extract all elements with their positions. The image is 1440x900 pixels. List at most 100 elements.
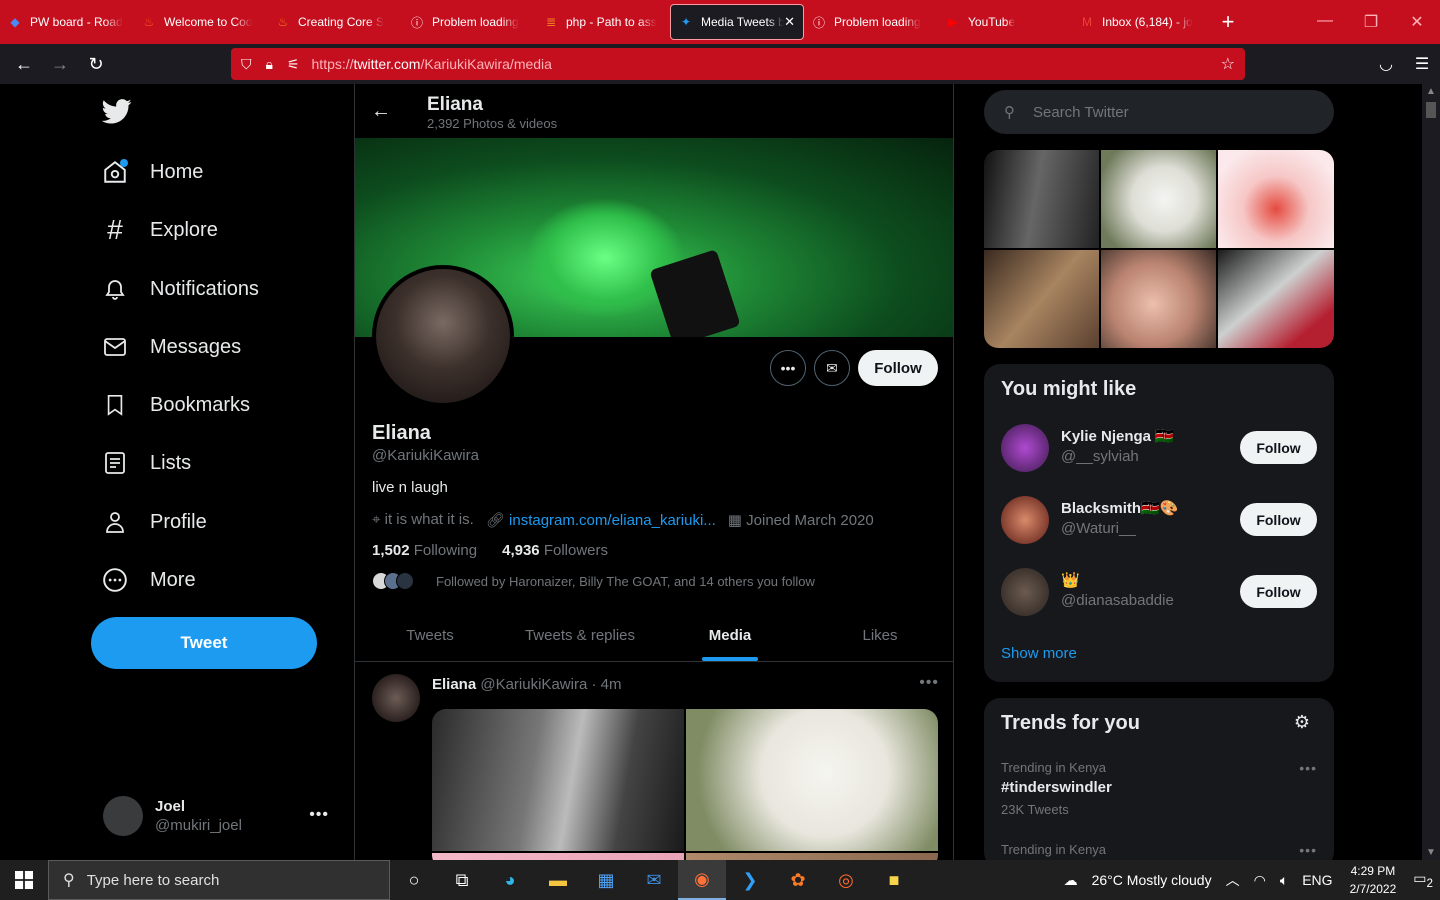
avatar[interactable] bbox=[1001, 424, 1049, 472]
follow-button[interactable]: Follow bbox=[1240, 575, 1317, 608]
nav-notifications[interactable]: Notifications bbox=[100, 264, 259, 314]
tweet-time[interactable]: · 4m bbox=[591, 676, 621, 693]
browser-tab[interactable]: M Inbox (6,184) - jo bbox=[1072, 4, 1206, 40]
avatar[interactable] bbox=[1001, 568, 1049, 616]
nav-more[interactable]: More bbox=[100, 555, 196, 605]
browser-tab[interactable]: ⓘ Problem loading bbox=[402, 4, 536, 40]
store-icon[interactable]: ▦ bbox=[582, 860, 630, 900]
close-tab-icon[interactable]: ✕ bbox=[784, 14, 795, 30]
browser-tab[interactable]: ≣ php - Path to ass bbox=[536, 4, 670, 40]
permissions-icon[interactable]: ⚟ bbox=[287, 56, 300, 73]
tweet-photo[interactable] bbox=[686, 709, 938, 851]
restore-icon[interactable]: ❐ bbox=[1348, 12, 1394, 32]
tweet-author-name[interactable]: Eliana bbox=[432, 676, 476, 693]
menu-icon[interactable]: ☰ bbox=[1404, 54, 1440, 74]
more-options-button[interactable]: ••• bbox=[770, 350, 806, 386]
suggestion-item[interactable]: Blacksmith🇰🇪🎨 @Waturi__ Follow bbox=[1001, 496, 1317, 546]
forward-arrow-icon[interactable]: → bbox=[42, 54, 78, 75]
tweet-photo[interactable] bbox=[432, 853, 684, 860]
taskbar-search-input[interactable]: ⚲ Type here to search bbox=[48, 860, 390, 900]
follow-button[interactable]: Follow bbox=[1240, 431, 1317, 464]
media-thumbnail[interactable] bbox=[1218, 150, 1334, 248]
nav-bookmarks[interactable]: Bookmarks bbox=[100, 380, 250, 430]
page-scrollbar[interactable]: ▲ ▼ bbox=[1422, 84, 1440, 860]
weather-text[interactable]: 26°C Mostly cloudy bbox=[1092, 872, 1212, 888]
close-window-icon[interactable]: ✕ bbox=[1394, 12, 1440, 32]
tweet-button[interactable]: Tweet bbox=[91, 617, 317, 669]
link-item[interactable]: 🔗︎ instagram.com/eliana_kariuki... bbox=[486, 511, 716, 529]
account-switcher[interactable]: Joel @mukiri_joel ••• bbox=[103, 796, 343, 836]
notification-center-icon[interactable]: ▭2 bbox=[1413, 870, 1433, 890]
browser-tab[interactable]: ♨ Creating Core S bbox=[268, 4, 402, 40]
back-arrow-icon[interactable]: ← bbox=[6, 54, 42, 75]
clock[interactable]: 4:29 PM 2/7/2022 bbox=[1350, 862, 1397, 898]
url-bar[interactable]: ⛉ 🔒︎ ⚟ https://twitter.com/KariukiKawira… bbox=[231, 48, 1245, 80]
suggestion-name[interactable]: Kylie Njenga 🇰🇪 bbox=[1061, 427, 1174, 445]
media-thumbnail[interactable] bbox=[1101, 150, 1216, 248]
message-button[interactable]: ✉ bbox=[814, 350, 850, 386]
cloud-icon[interactable]: ☁ bbox=[1064, 872, 1078, 889]
avatar[interactable] bbox=[1001, 496, 1049, 544]
shield-icon[interactable]: ⛉ bbox=[241, 56, 252, 73]
nav-messages[interactable]: Messages bbox=[100, 322, 241, 372]
nav-explore[interactable]: # Explore bbox=[100, 205, 218, 255]
followers-link[interactable]: 4,936 Followers bbox=[502, 542, 608, 559]
trend-item[interactable]: Trending in Kenya #tinderswindler 23K Tw… bbox=[1001, 760, 1317, 817]
tweet-photo[interactable] bbox=[432, 709, 684, 851]
wifi-icon[interactable]: ◠ bbox=[1254, 872, 1266, 889]
browser-tab-active[interactable]: ✦ Media Tweets b ✕ bbox=[670, 4, 804, 40]
following-link[interactable]: 1,502 Following bbox=[372, 542, 477, 559]
new-tab-button[interactable]: + bbox=[1206, 9, 1250, 35]
tab-likes[interactable]: Likes bbox=[805, 609, 953, 661]
tweet[interactable]: Eliana @KariukiKawira · 4m ••• bbox=[355, 662, 953, 860]
windows-start-button[interactable] bbox=[0, 860, 48, 900]
suggestion-item[interactable]: Kylie Njenga 🇰🇪 @__sylviah Follow bbox=[1001, 424, 1317, 474]
back-arrow-icon[interactable]: ← bbox=[371, 100, 391, 123]
browser-tab[interactable]: ⓘ Problem loading bbox=[804, 4, 938, 40]
scroll-down-icon[interactable]: ▼ bbox=[1426, 847, 1436, 858]
nav-profile[interactable]: Profile bbox=[100, 497, 207, 547]
language-indicator[interactable]: ENG bbox=[1302, 872, 1332, 888]
nav-lists[interactable]: Lists bbox=[100, 438, 191, 488]
profile-link[interactable]: instagram.com/eliana_kariuki... bbox=[509, 512, 716, 529]
media-thumbnail[interactable] bbox=[984, 250, 1099, 348]
tab-media[interactable]: Media bbox=[655, 609, 805, 661]
avatar[interactable] bbox=[372, 674, 420, 722]
mail-icon[interactable]: ✉ bbox=[630, 860, 678, 900]
profile-avatar[interactable] bbox=[372, 265, 514, 407]
tab-tweets-replies[interactable]: Tweets & replies bbox=[505, 609, 655, 661]
firefox-icon[interactable]: ◉ bbox=[678, 860, 726, 900]
sublime-icon[interactable]: ◎ bbox=[822, 860, 870, 900]
vscode-icon[interactable]: ❯ bbox=[726, 860, 774, 900]
tweet-photo[interactable] bbox=[686, 853, 938, 860]
edge-icon[interactable]: ◕ bbox=[486, 860, 534, 900]
chevron-up-icon[interactable]: ︿ bbox=[1226, 870, 1240, 890]
browser-tab[interactable]: ♨ Welcome to Cod bbox=[134, 4, 268, 40]
more-dots-icon[interactable]: ••• bbox=[1299, 842, 1317, 858]
browser-tab[interactable]: ◆ PW board - Road bbox=[0, 4, 134, 40]
minimize-icon[interactable]: — bbox=[1302, 12, 1348, 32]
pocket-icon[interactable]: ◡ bbox=[1368, 54, 1404, 74]
scrollbar-thumb[interactable] bbox=[1426, 102, 1436, 118]
tab-tweets[interactable]: Tweets bbox=[355, 609, 505, 661]
twitter-logo-icon[interactable] bbox=[102, 96, 132, 126]
media-thumbnail[interactable] bbox=[984, 150, 1099, 248]
suggestion-name[interactable]: 👑 bbox=[1061, 571, 1080, 589]
volume-icon[interactable]: 🔈︎ bbox=[1280, 872, 1288, 889]
more-dots-icon[interactable]: ••• bbox=[309, 806, 329, 824]
browser-tab[interactable]: ▶ YouTube bbox=[938, 4, 1072, 40]
followed-by[interactable]: Followed by Haronaizer, Billy The GOAT, … bbox=[372, 572, 815, 590]
gear-icon[interactable]: ⚙ bbox=[1294, 712, 1310, 733]
file-explorer-icon[interactable]: ▬ bbox=[534, 860, 582, 900]
bookmark-star-icon[interactable]: ☆ bbox=[1221, 54, 1235, 74]
media-thumbnail[interactable] bbox=[1218, 250, 1334, 348]
nav-home[interactable]: Home bbox=[100, 147, 203, 197]
more-dots-icon[interactable]: ••• bbox=[1299, 760, 1317, 776]
lock-icon[interactable]: 🔒︎ bbox=[266, 56, 273, 73]
suggestion-item[interactable]: 👑 @dianasabaddie Follow bbox=[1001, 568, 1317, 618]
follow-button[interactable]: Follow bbox=[1240, 503, 1317, 536]
search-input[interactable]: ⚲ Search Twitter bbox=[984, 90, 1334, 134]
scroll-up-icon[interactable]: ▲ bbox=[1426, 86, 1436, 97]
media-thumbnail[interactable] bbox=[1101, 250, 1216, 348]
more-dots-icon[interactable]: ••• bbox=[919, 674, 939, 692]
